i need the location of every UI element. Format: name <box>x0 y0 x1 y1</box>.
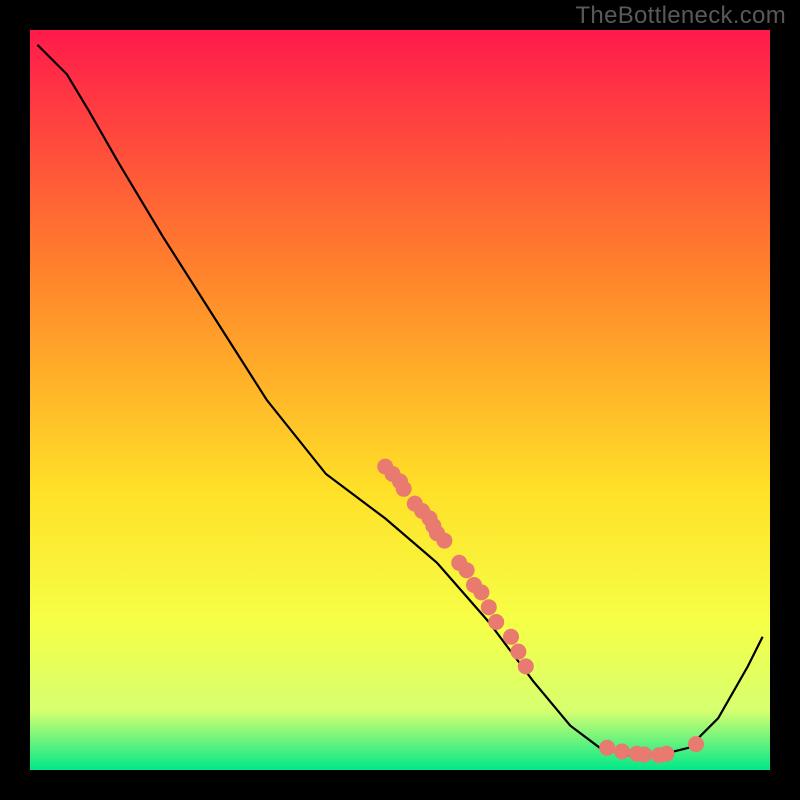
data-point <box>503 629 519 645</box>
plot-area <box>30 30 770 770</box>
data-point <box>599 740 615 756</box>
data-point <box>459 562 475 578</box>
data-point <box>473 584 489 600</box>
data-point <box>636 747 652 763</box>
chart-frame: { "watermark": "TheBottleneck.com", "col… <box>0 0 800 800</box>
data-point <box>488 614 504 630</box>
data-point <box>510 644 526 660</box>
data-point <box>518 658 534 674</box>
chart-canvas <box>0 0 800 800</box>
watermark-text: TheBottleneck.com <box>575 2 786 30</box>
data-point <box>614 744 630 760</box>
data-point <box>688 736 704 752</box>
data-point <box>481 599 497 615</box>
data-point <box>396 481 412 497</box>
data-point <box>436 533 452 549</box>
data-point <box>658 746 674 762</box>
